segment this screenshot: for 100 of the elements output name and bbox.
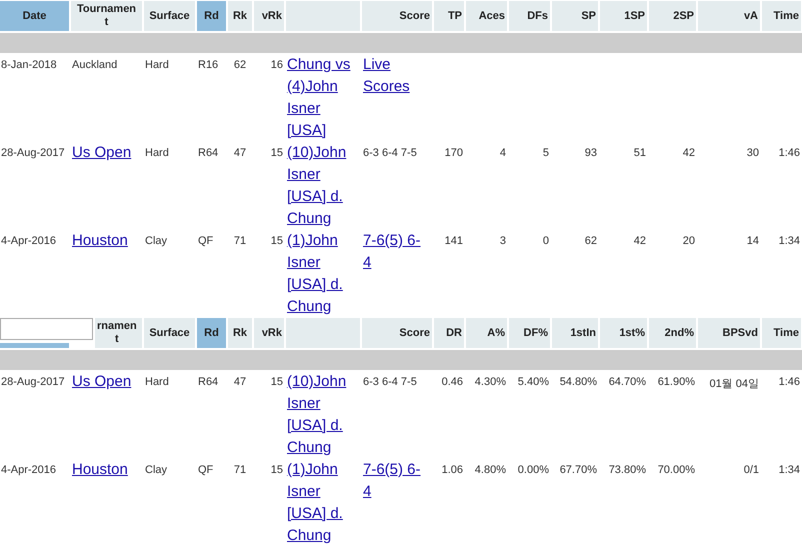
table-link[interactable]: Us Open [72, 371, 136, 393]
column-header[interactable]: 1stIn [552, 318, 598, 348]
column-header[interactable]: Aces [466, 1, 507, 31]
table-cell: 20 [682, 235, 695, 247]
table-cell: 15 [270, 464, 283, 476]
table-link[interactable]: (1)John Isner [USA] d. Chung [287, 230, 354, 318]
table-cell: 4-Apr-2016 [1, 464, 56, 476]
column-header[interactable]: TP [434, 1, 464, 31]
column-header[interactable]: DFs [509, 1, 550, 31]
column-header[interactable] [286, 318, 360, 348]
column-header[interactable]: SP [552, 1, 598, 31]
table-cell: 6-3 6-4 7-5 [363, 376, 417, 388]
column-header[interactable] [286, 1, 360, 31]
table-cell: 3 [500, 235, 506, 247]
table-cell: Hard [145, 147, 169, 159]
table-link[interactable]: Houston [72, 230, 136, 252]
table-cell: 64.70% [608, 376, 646, 388]
column-header[interactable]: Time [762, 1, 801, 31]
column-header[interactable]: Date [0, 1, 69, 31]
table-cell: R16 [198, 59, 218, 71]
column-header[interactable]: Rd [197, 318, 226, 348]
table-cell: R64 [198, 376, 218, 388]
table-cell: R64 [198, 147, 218, 159]
table-cell: 01월 04일 [709, 378, 759, 390]
table-cell: 1:34 [778, 235, 800, 247]
table-cell: 141 [444, 235, 463, 247]
table-cell: 1:34 [778, 464, 800, 476]
table-cell: 54.80% [560, 376, 597, 388]
column-header[interactable]: 2SP [649, 1, 696, 31]
table-cell: 5 [542, 147, 549, 159]
table-cell: 62 [234, 59, 246, 71]
table-cell: 51 [634, 147, 646, 159]
table-link[interactable]: (1)John Isner [USA] d. Chung [287, 459, 354, 547]
column-header[interactable]: Surface [144, 1, 195, 31]
table-link[interactable]: 7-6(5) 6-4 [363, 230, 426, 274]
table-cell: 67.70% [560, 464, 597, 476]
table-cell: QF [198, 464, 214, 476]
column-header[interactable]: vRk [254, 318, 284, 348]
table-link[interactable]: Chung vs (4)John Isner [USA] [287, 54, 354, 142]
table-cell: 73.80% [608, 464, 646, 476]
table-link[interactable]: (10)John Isner [USA] d. Chung [287, 142, 354, 230]
table-cell: 6-3 6-4 7-5 [363, 147, 417, 159]
column-header[interactable]: Rd [197, 1, 226, 31]
column-header[interactable]: vRk [254, 1, 284, 31]
table-link[interactable]: Us Open [72, 142, 136, 164]
table-cell: 70.00% [658, 464, 695, 476]
column-header[interactable]: rnamen t [95, 318, 142, 348]
column-header[interactable]: DR [434, 318, 464, 348]
column-header[interactable]: Tournamen t [71, 1, 142, 31]
column-header[interactable]: Score [362, 318, 432, 348]
column-header[interactable]: Rk [228, 318, 252, 348]
table-cell: 15 [270, 235, 283, 247]
table-cell: Clay [145, 235, 168, 247]
table-link[interactable]: (10)John Isner [USA] d. Chung [287, 371, 354, 459]
column-header[interactable] [0, 343, 69, 348]
column-header[interactable]: Rk [228, 1, 252, 31]
column-header[interactable]: BPSvd [698, 318, 760, 348]
table-cell: 8-Jan-2018 [1, 59, 57, 71]
table-link[interactable]: 7-6(5) 6-4 [363, 459, 426, 503]
column-header[interactable]: 1SP [600, 1, 647, 31]
table-cell: 1:46 [778, 376, 800, 388]
table-cell: Auckland [72, 59, 118, 71]
table-cell: 1.06 [442, 464, 463, 476]
column-header[interactable]: Surface [144, 318, 195, 348]
table-cell: 4-Apr-2016 [1, 235, 56, 247]
table-cell: 62 [584, 235, 597, 247]
table-cell: 61.90% [658, 376, 695, 388]
column-header[interactable]: Time [762, 318, 801, 348]
table-cell: 14 [746, 235, 759, 247]
table-cell: 15 [270, 376, 283, 388]
table-cell: Hard [145, 59, 169, 71]
table-cell: 0.46 [442, 376, 463, 388]
column-header[interactable]: 2nd% [649, 318, 696, 348]
table-cell: 71 [234, 464, 246, 476]
column-header[interactable]: vA [698, 1, 760, 31]
table-cell: 28-Aug-2017 [1, 147, 65, 159]
table-link[interactable]: Live Scores [363, 54, 426, 98]
table-cell: 0/1 [744, 464, 759, 476]
table-cell: 4 [500, 147, 506, 159]
table-cell: 93 [584, 147, 597, 159]
column-header[interactable]: A% [466, 318, 507, 348]
table-cell: 71 [234, 235, 246, 247]
column-header[interactable]: DF% [509, 318, 550, 348]
table-cell: 5.40% [518, 376, 549, 388]
table-link[interactable]: Houston [72, 459, 136, 481]
table-cell: QF [198, 235, 214, 247]
table-cell: 0.00% [518, 464, 549, 476]
table-cell: 0 [542, 235, 549, 247]
table-cell: Hard [145, 376, 169, 388]
table-cell: 30 [746, 147, 759, 159]
table-cell: 42 [634, 235, 646, 247]
table-cell: 42 [682, 147, 695, 159]
table-cell: 1:46 [778, 147, 800, 159]
table-cell: 15 [270, 147, 283, 159]
table-cell: 16 [270, 59, 283, 71]
filter-field[interactable] [0, 318, 93, 340]
table-cell: 47 [234, 147, 246, 159]
column-header[interactable]: 1st% [600, 318, 647, 348]
column-header[interactable]: Score [362, 1, 432, 31]
table-cell: Clay [145, 464, 168, 476]
